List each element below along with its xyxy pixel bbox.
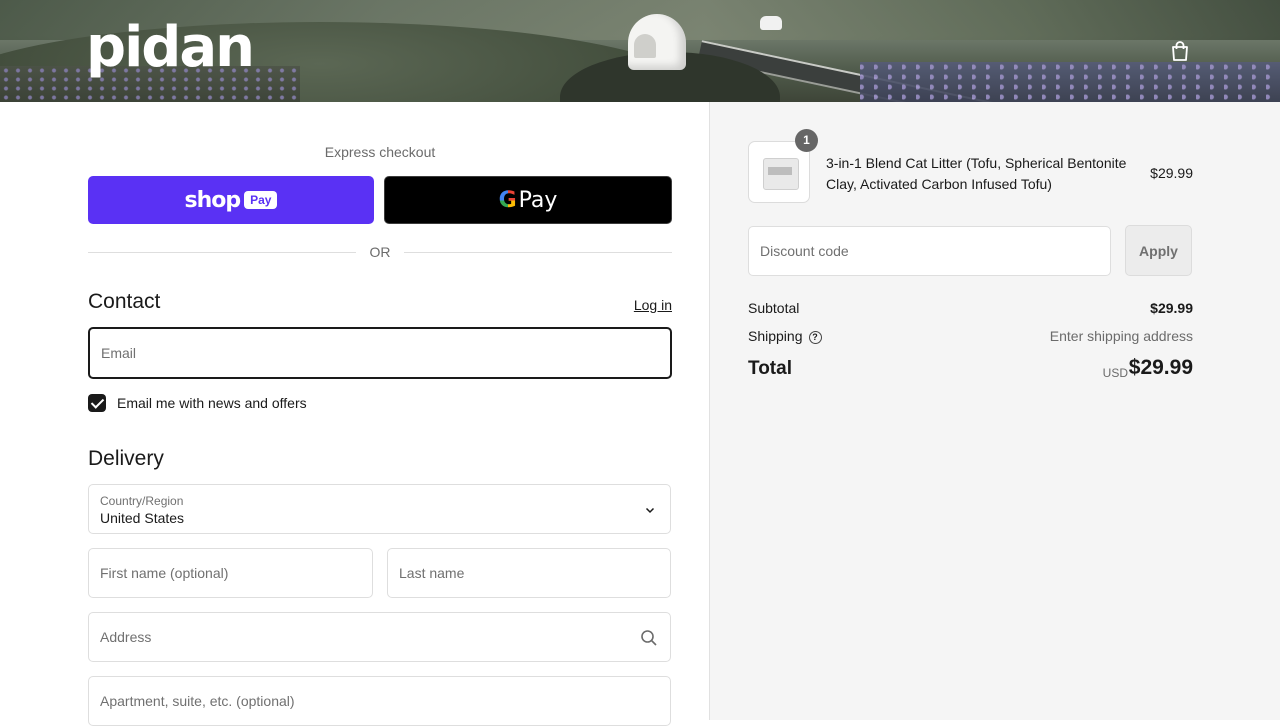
help-icon[interactable]: ?: [808, 331, 822, 344]
express-checkout-label: Express checkout: [324, 144, 436, 160]
or-label: OR: [369, 244, 391, 260]
shipping-row-label: Shipping?: [748, 328, 822, 344]
total-value: $29.99: [1128, 356, 1193, 379]
country-select[interactable]: Country/Region United States: [88, 484, 671, 534]
first-name-input[interactable]: [89, 549, 372, 597]
header-banner: pidan: [0, 0, 1280, 102]
google-g-icon: G: [498, 187, 517, 213]
first-name-field[interactable]: [88, 548, 373, 598]
subtotal-value: $29.99: [1150, 300, 1193, 316]
google-pay-button[interactable]: G Pay: [384, 176, 672, 224]
contact-heading: Contact: [88, 290, 161, 313]
banner-flowers: [860, 62, 1280, 102]
apartment-input[interactable]: [89, 677, 670, 725]
shipping-label: Shipping: [748, 328, 803, 344]
total-currency: USD: [1102, 366, 1128, 380]
total-label: Total: [748, 358, 792, 379]
email-field[interactable]: [88, 327, 672, 379]
product-price: $29.99: [1150, 165, 1193, 181]
email-input[interactable]: [90, 329, 670, 377]
shopping-bag-icon[interactable]: [1170, 40, 1190, 62]
last-name-field[interactable]: [387, 548, 671, 598]
newsletter-checkbox[interactable]: [88, 394, 106, 412]
product-image: [763, 158, 799, 190]
address-input[interactable]: [89, 613, 670, 661]
subtotal-label: Subtotal: [748, 300, 800, 316]
newsletter-label: Email me with news and offers: [117, 395, 307, 411]
order-summary: 1 3-in-1 Blend Cat Litter (Tofu, Spheric…: [709, 102, 1280, 720]
shipping-value: Enter shipping address: [1049, 328, 1193, 344]
divider-line-right: [404, 252, 672, 253]
product-name: 3-in-1 Blend Cat Litter (Tofu, Spherical…: [826, 155, 1127, 192]
address-field[interactable]: [88, 612, 671, 662]
country-select-value: United States: [100, 510, 185, 526]
shop-pay-wordmark: shop: [184, 187, 242, 213]
shop-pay-button[interactable]: shop Pay: [88, 176, 374, 224]
or-divider: OR: [88, 242, 672, 262]
divider-line-left: [88, 252, 356, 253]
delivery-heading: Delivery: [88, 447, 164, 470]
store-logo[interactable]: pidan: [86, 12, 255, 84]
apartment-field[interactable]: [88, 676, 671, 726]
quantity-badge: 1: [795, 129, 818, 152]
shop-pay-badge: Pay: [244, 191, 278, 209]
litter-box-dome-image: [628, 14, 686, 70]
log-in-link[interactable]: Log in: [634, 297, 672, 313]
apply-discount-button[interactable]: Apply: [1125, 225, 1192, 276]
banner-car: [760, 16, 782, 30]
google-pay-wordmark: Pay: [518, 187, 558, 213]
search-icon: [641, 630, 657, 646]
country-select-label: Country/Region: [100, 494, 184, 508]
chevron-down-icon: [645, 507, 655, 514]
discount-code-field[interactable]: [748, 226, 1111, 276]
newsletter-option[interactable]: Email me with news and offers: [88, 394, 307, 412]
discount-code-input[interactable]: [749, 227, 1110, 275]
last-name-input[interactable]: [388, 549, 670, 597]
